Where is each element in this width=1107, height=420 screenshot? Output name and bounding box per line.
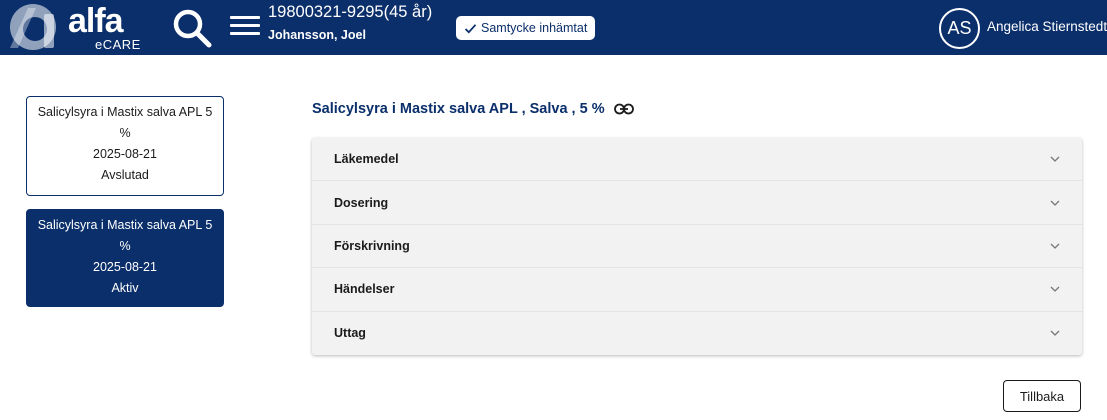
card-date: 2025-08-21 [93, 260, 157, 274]
section-label: Uttag [334, 326, 366, 341]
link-button[interactable] [613, 103, 634, 115]
link-icon [613, 103, 634, 115]
section-label: Dosering [334, 195, 389, 210]
prescription-card-ended[interactable]: Salicylsyra i Mastix salva APL 5 % 2025-… [26, 96, 224, 196]
card-date: 2025-08-21 [93, 147, 157, 161]
section-forskrivning[interactable]: Förskrivning [312, 225, 1082, 269]
chevron-down-icon [1050, 330, 1060, 337]
section-label: Händelser [334, 282, 395, 297]
section-handelser[interactable]: Händelser [312, 268, 1082, 312]
prescription-card-active[interactable]: Salicylsyra i Mastix salva APL 5 % 2025-… [26, 209, 224, 307]
details-accordion: Läkemedel Dosering Förskrivning Händelse… [312, 138, 1082, 355]
menu-button[interactable] [230, 12, 260, 40]
user-name[interactable]: Angelica Stiernstedt [987, 19, 1107, 34]
alfa-logo-icon [10, 4, 56, 50]
chevron-down-icon [1050, 200, 1060, 206]
logo-text: alfa [68, 2, 124, 40]
section-dosering[interactable]: Dosering [312, 181, 1082, 225]
card-medication-name: Salicylsyra i Mastix salva APL 5 [37, 105, 213, 119]
consent-badge[interactable]: Samtycke inhämtat [456, 16, 596, 40]
page-title-text: Salicylsyra i Mastix salva APL , Salva ,… [312, 101, 605, 117]
check-icon [464, 23, 477, 33]
consent-label: Samtycke inhämtat [481, 21, 588, 35]
top-bar: alfa eCARE 19800321-9295(45 år) Johansso… [0, 0, 1107, 55]
patient-id: 19800321-9295(45 år) [268, 3, 433, 21]
section-uttag[interactable]: Uttag [312, 312, 1082, 355]
chevron-down-icon [1050, 243, 1060, 249]
chevron-down-icon [1050, 286, 1060, 293]
card-status: Avslutad [101, 168, 149, 182]
card-medication-strength: % [119, 239, 131, 253]
logo-subtext: eCARE [95, 37, 141, 52]
menu-icon [230, 16, 260, 35]
search-icon [173, 9, 212, 48]
section-label: Läkemedel [334, 152, 399, 167]
search-button[interactable] [170, 6, 214, 50]
page-title: Salicylsyra i Mastix salva APL , Salva ,… [312, 101, 634, 117]
patient-name: Johansson, Joel [268, 28, 366, 42]
back-button[interactable]: Tillbaka [1003, 380, 1081, 412]
card-status: Aktiv [111, 281, 139, 295]
card-medication-strength: % [119, 126, 131, 140]
section-lakemedel[interactable]: Läkemedel [312, 138, 1082, 182]
avatar[interactable]: AS [939, 8, 980, 49]
alfa-logo[interactable]: alfa eCARE [6, 2, 156, 52]
card-medication-name: Salicylsyra i Mastix salva APL 5 [37, 218, 213, 232]
chevron-down-icon [1050, 156, 1060, 163]
section-label: Förskrivning [334, 238, 410, 253]
